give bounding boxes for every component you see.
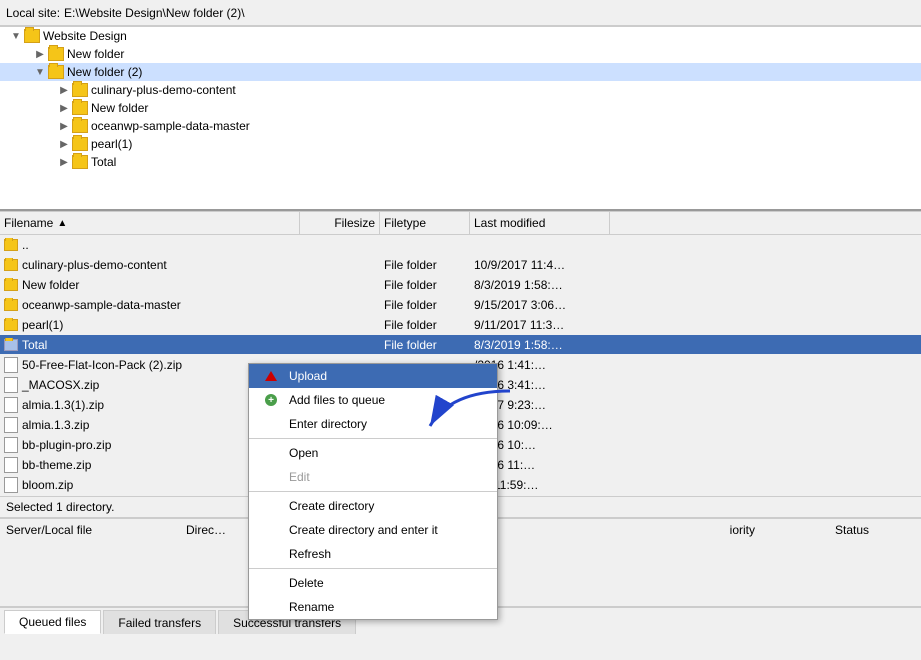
tree-label: culinary-plus-demo-content xyxy=(91,83,236,97)
file-area: Filename ▲ Filesize Filetype Last modifi… xyxy=(0,211,921,634)
file-cell-date: 10/9/2017 11:4… xyxy=(470,258,610,272)
tree-label: Website Design xyxy=(43,29,127,43)
col-header-filesize[interactable]: Filesize xyxy=(300,212,380,234)
upload-icon xyxy=(265,371,285,381)
tab-queued[interactable]: Queued files xyxy=(4,610,101,634)
zip-icon xyxy=(4,437,18,453)
folder-icon-small xyxy=(4,279,18,291)
file-row-newfolder[interactable]: New folder File folder 8/3/2019 1:58:… xyxy=(0,275,921,295)
tree-label: New folder xyxy=(67,47,124,61)
tree-expander[interactable]: ▶ xyxy=(56,136,72,152)
status-text: Selected 1 directory. xyxy=(6,500,115,514)
zip-icon xyxy=(4,477,18,493)
folder-icon xyxy=(48,47,64,61)
file-row-culinary[interactable]: culinary-plus-demo-content File folder 1… xyxy=(0,255,921,275)
ctx-item-create-dir-enter[interactable]: Create directory and enter it xyxy=(249,518,497,542)
sort-arrow: ▲ xyxy=(57,218,67,229)
tree-item-new-folder-2[interactable]: ▼ New folder (2) xyxy=(0,63,921,81)
ctx-separator-3 xyxy=(249,568,497,569)
zip-icon xyxy=(4,357,18,373)
folder-icon-small xyxy=(4,299,18,311)
tree-item-oceanwp[interactable]: ▶ oceanwp-sample-data-master xyxy=(0,117,921,135)
tree-item-pearl[interactable]: ▶ pearl(1) xyxy=(0,135,921,153)
file-row-parent[interactable]: .. xyxy=(0,235,921,255)
tree-label: oceanwp-sample-data-master xyxy=(91,119,250,133)
ctx-item-delete[interactable]: Delete xyxy=(249,571,497,595)
col-header-lastmod[interactable]: Last modified xyxy=(470,212,610,234)
file-cell-name: .. xyxy=(0,238,300,252)
ctx-separator-1 xyxy=(249,438,497,439)
file-cell-date: 8/3/2019 1:58:… xyxy=(470,278,610,292)
tree-label: New folder xyxy=(91,101,148,115)
ctx-item-rename[interactable]: Rename xyxy=(249,595,497,619)
ctx-item-refresh[interactable]: Refresh xyxy=(249,542,497,566)
ctx-item-add-queue[interactable]: + Add files to queue xyxy=(249,388,497,412)
tree-item-website-design[interactable]: ▼ Website Design xyxy=(0,27,921,45)
tree-panel: ▼ Website Design ▶ New folder ▼ New fold… xyxy=(0,26,921,211)
tree-label: Total xyxy=(91,155,116,169)
ctx-item-open[interactable]: Open xyxy=(249,441,497,465)
tree-item-total[interactable]: ▶ Total xyxy=(0,153,921,171)
file-row-pearl[interactable]: pearl(1) File folder 9/11/2017 11:3… xyxy=(0,315,921,335)
folder-icon-small xyxy=(4,339,18,351)
zip-icon xyxy=(4,397,18,413)
file-cell-name: oceanwp-sample-data-master xyxy=(0,298,300,312)
file-cell-type: File folder xyxy=(380,258,470,272)
tree-expander[interactable]: ▶ xyxy=(56,154,72,170)
tree-expander[interactable]: ▶ xyxy=(56,118,72,134)
col-header-filename[interactable]: Filename ▲ xyxy=(0,212,300,234)
folder-icon-small xyxy=(4,319,18,331)
local-site-path: E:\Website Design\New folder (2)\ xyxy=(64,6,245,20)
file-cell-type: File folder xyxy=(380,318,470,332)
tree-item-new-folder[interactable]: ▶ New folder xyxy=(0,45,921,63)
tree-expander[interactable]: ▼ xyxy=(32,64,48,80)
file-cell-date: 8/3/2019 1:58:… xyxy=(470,338,610,352)
context-menu: Upload + Add files to queue Enter direct… xyxy=(248,363,498,620)
local-site-bar: Local site: E:\Website Design\New folder… xyxy=(0,0,921,26)
folder-icon xyxy=(24,29,40,43)
folder-icon xyxy=(72,119,88,133)
file-row-total[interactable]: Total File folder 8/3/2019 1:58:… xyxy=(0,335,921,355)
tree-label: New folder (2) xyxy=(67,65,142,79)
file-cell-name: New folder xyxy=(0,278,300,292)
add-files-icon: + xyxy=(265,394,285,406)
zip-icon xyxy=(4,457,18,473)
local-site-label: Local site: xyxy=(6,6,60,20)
file-cell-name: Total xyxy=(0,338,300,352)
tree-expander[interactable]: ▶ xyxy=(56,100,72,116)
file-cell-type: File folder xyxy=(380,338,470,352)
tree-item-culinary[interactable]: ▶ culinary-plus-demo-content xyxy=(0,81,921,99)
ctx-separator-2 xyxy=(249,491,497,492)
tree-label: pearl(1) xyxy=(91,137,132,151)
tree-expander[interactable]: ▼ xyxy=(8,28,24,44)
folder-icon xyxy=(72,101,88,115)
ctx-item-edit[interactable]: Edit xyxy=(249,465,497,489)
folder-icon-small xyxy=(4,259,18,271)
folder-icon-small xyxy=(4,239,18,251)
folder-icon xyxy=(48,65,64,79)
tab-failed[interactable]: Failed transfers xyxy=(103,610,216,634)
ctx-item-enter-dir[interactable]: Enter directory xyxy=(249,412,497,436)
zip-icon xyxy=(4,417,18,433)
file-list-header: Filename ▲ Filesize Filetype Last modifi… xyxy=(0,211,921,235)
file-cell-type: File folder xyxy=(380,278,470,292)
file-cell-date: 9/11/2017 11:3… xyxy=(470,318,610,332)
folder-icon xyxy=(72,83,88,97)
tree-item-new-folder-sub[interactable]: ▶ New folder xyxy=(0,99,921,117)
file-cell-date: 9/15/2017 3:06… xyxy=(470,298,610,312)
transfer-col4: Status xyxy=(835,523,915,537)
col-header-filetype[interactable]: Filetype xyxy=(380,212,470,234)
ctx-item-upload[interactable]: Upload xyxy=(249,364,497,388)
file-row-oceanwp[interactable]: oceanwp-sample-data-master File folder 9… xyxy=(0,295,921,315)
file-cell-name: pearl(1) xyxy=(0,318,300,332)
tree-expander[interactable]: ▶ xyxy=(56,82,72,98)
transfer-col1: Server/Local file xyxy=(6,523,186,537)
ctx-item-create-dir[interactable]: Create directory xyxy=(249,494,497,518)
zip-icon xyxy=(4,377,18,393)
file-cell-type: File folder xyxy=(380,298,470,312)
folder-icon xyxy=(72,155,88,169)
folder-icon xyxy=(72,137,88,151)
file-cell-name: culinary-plus-demo-content xyxy=(0,258,300,272)
tree-expander[interactable]: ▶ xyxy=(32,46,48,62)
